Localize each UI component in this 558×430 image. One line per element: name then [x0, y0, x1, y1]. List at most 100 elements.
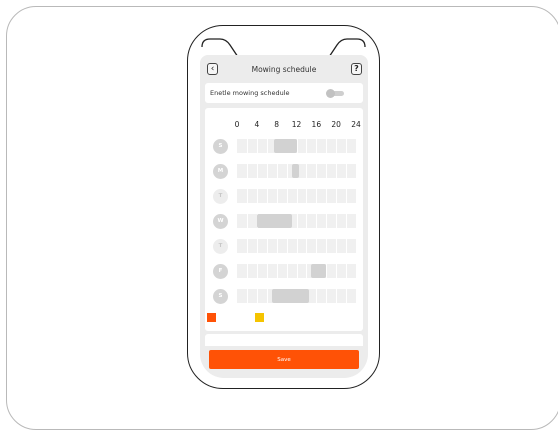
day-track[interactable]	[237, 239, 356, 253]
grid-line	[326, 264, 327, 278]
schedule-block[interactable]	[274, 139, 297, 153]
grid-line	[277, 164, 278, 178]
day-track[interactable]	[237, 264, 356, 278]
grid-line	[346, 164, 347, 178]
grid-line	[257, 289, 258, 303]
grid-line	[326, 164, 327, 178]
grid-line	[326, 189, 327, 203]
grid-line	[336, 164, 337, 178]
day-circle[interactable]: W	[213, 213, 228, 229]
grid-line	[297, 239, 298, 253]
grid-line	[346, 239, 347, 253]
grid-line	[316, 189, 317, 203]
grid-line	[346, 289, 347, 303]
day-track[interactable]	[237, 289, 356, 303]
enable-schedule-toggle[interactable]	[326, 89, 344, 98]
question-mark-icon: ?	[354, 64, 359, 73]
grid-line	[306, 214, 307, 228]
grid-line	[316, 139, 317, 153]
bottom-panel	[205, 334, 363, 346]
page-title: Mowing schedule	[251, 65, 317, 74]
hour-label: 0	[234, 120, 240, 129]
grid-line	[267, 164, 268, 178]
hour-label: 8	[274, 120, 280, 129]
schedule-block[interactable]	[311, 264, 327, 278]
grid-line	[247, 264, 248, 278]
grid-line	[297, 214, 298, 228]
grid-line	[306, 164, 307, 178]
grid-line	[326, 214, 327, 228]
enable-schedule-label: Enetle mowing schedule	[210, 89, 290, 97]
grid-line	[277, 189, 278, 203]
grid-line	[257, 139, 258, 153]
grid-line	[247, 139, 248, 153]
enable-schedule-row: Enetle mowing schedule	[205, 83, 363, 103]
hour-label: 24	[351, 120, 361, 129]
grid-line	[247, 214, 248, 228]
schedule-block[interactable]	[291, 164, 299, 178]
grid-line	[297, 189, 298, 203]
grid-line	[336, 214, 337, 228]
grid-line	[336, 264, 337, 278]
grid-line	[306, 239, 307, 253]
grid-line	[346, 139, 347, 153]
day-circle[interactable]: T	[213, 188, 228, 204]
grid-line	[297, 139, 298, 153]
grid-line	[267, 289, 268, 303]
grid-line	[257, 264, 258, 278]
grid-line	[316, 239, 317, 253]
day-track[interactable]	[237, 164, 356, 178]
grid-line	[297, 264, 298, 278]
grid-line	[326, 289, 327, 303]
grid-line	[346, 214, 347, 228]
grid-line	[336, 189, 337, 203]
grid-line	[326, 139, 327, 153]
grid-line	[257, 239, 258, 253]
day-track[interactable]	[237, 189, 356, 203]
toggle-knob	[326, 89, 335, 98]
grid-line	[247, 289, 248, 303]
phone-screen: ‹ Mowing schedule ? Enetle mowing schedu…	[200, 55, 368, 378]
grid-line	[306, 189, 307, 203]
grid-line	[247, 189, 248, 203]
grid-line	[247, 239, 248, 253]
grid-line	[267, 139, 268, 153]
grid-line	[257, 164, 258, 178]
schedule-block[interactable]	[256, 214, 292, 228]
grid-line	[267, 189, 268, 203]
nav-bar: ‹ Mowing schedule ?	[200, 58, 368, 82]
grid-line	[267, 239, 268, 253]
grid-line	[277, 239, 278, 253]
day-circle[interactable]: S	[213, 138, 228, 154]
schedule-block[interactable]	[271, 289, 309, 303]
schedule-panel: 0 4 8 12 16 20 24 SMTWTFS	[205, 108, 363, 331]
grid-line	[277, 264, 278, 278]
grid-line	[257, 189, 258, 203]
orange-swatch	[207, 313, 216, 322]
hour-label: 16	[311, 120, 322, 129]
day-circle[interactable]: S	[213, 288, 228, 304]
hour-label: 4	[254, 120, 260, 129]
yellow-swatch	[255, 313, 264, 322]
grid-line	[287, 164, 288, 178]
day-track[interactable]	[237, 139, 356, 153]
grid-line	[287, 189, 288, 203]
grid-line	[346, 264, 347, 278]
grid-line	[316, 289, 317, 303]
day-circle[interactable]: M	[213, 163, 228, 179]
grid-line	[306, 264, 307, 278]
hour-label: 20	[331, 120, 341, 129]
grid-line	[336, 139, 337, 153]
grid-line	[336, 239, 337, 253]
grid-line	[346, 189, 347, 203]
grid-line	[287, 239, 288, 253]
day-circle[interactable]: T	[213, 238, 228, 254]
help-button[interactable]: ?	[351, 63, 362, 75]
grid-line	[247, 164, 248, 178]
grid-line	[336, 289, 337, 303]
grid-line	[326, 239, 327, 253]
day-track[interactable]	[237, 214, 356, 228]
save-button[interactable]: Save	[209, 350, 359, 369]
day-circle[interactable]: F	[213, 263, 228, 279]
grid-line	[316, 164, 317, 178]
